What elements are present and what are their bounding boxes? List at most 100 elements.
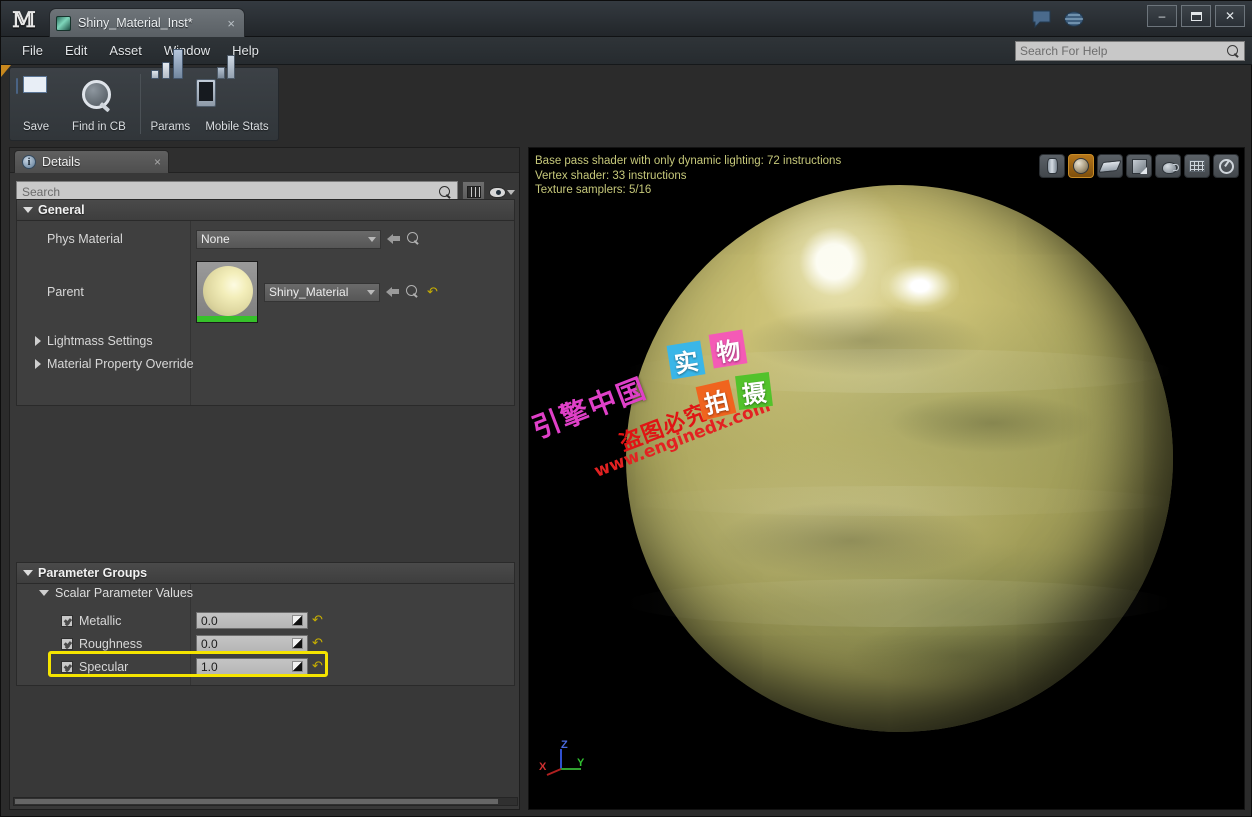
specular-value: 1.0 [201, 659, 218, 674]
material-preview-viewport[interactable]: Base pass shader with only dynamic light… [528, 147, 1245, 810]
globe-icon[interactable] [1063, 8, 1085, 30]
ue-logo-icon[interactable]: 𝕄 [9, 6, 39, 32]
sphere-thumbnail[interactable] [196, 261, 258, 323]
menu-file[interactable]: File [11, 40, 54, 61]
row-material-property-override[interactable]: Material Property Override [17, 357, 514, 371]
drag-spinner-icon[interactable] [292, 661, 303, 672]
speech-bubble-icon[interactable] [1031, 8, 1053, 30]
drag-spinner-icon[interactable] [292, 638, 303, 649]
reset-arrow-icon[interactable]: ↶ [312, 614, 323, 627]
document-tab-shiny-material-inst[interactable]: Shiny_Material_Inst* × [49, 8, 245, 37]
search-icon[interactable] [439, 185, 452, 199]
sphere-mesh-icon[interactable] [1068, 154, 1094, 178]
reset-arrow-icon[interactable]: ↶ [427, 286, 438, 299]
phys-material-label: Phys Material [47, 232, 123, 246]
titlebar-icon-group [1031, 8, 1085, 30]
viewport-settings-icon[interactable] [1213, 154, 1239, 178]
row-parent: Parent Shiny_Material ↶ [17, 259, 514, 325]
menu-edit[interactable]: Edit [54, 40, 98, 61]
maximize-button[interactable] [1181, 5, 1211, 27]
specular-value-input[interactable]: 1.0 [196, 658, 308, 675]
params-button[interactable]: Params [145, 49, 196, 140]
reset-arrow-icon[interactable]: ↶ [312, 660, 323, 673]
reset-arrow-icon[interactable]: ↶ [312, 637, 323, 650]
chevron-right-icon [35, 336, 41, 346]
roughness-value: 0.0 [201, 636, 218, 651]
cylinder-mesh-icon[interactable] [1039, 154, 1065, 178]
details-tab-row: i Details × [10, 148, 519, 173]
chevron-down-icon[interactable] [507, 189, 515, 195]
help-search-field[interactable]: Search For Help [1015, 41, 1245, 61]
viewport-toolbar [1039, 154, 1239, 178]
scrollbar-thumb[interactable] [15, 799, 498, 804]
details-panel: i Details × Search General Phys Material… [9, 147, 520, 810]
close-button[interactable]: ✕ [1215, 5, 1245, 27]
specular-highlight [881, 260, 959, 312]
close-icon[interactable]: × [224, 17, 238, 30]
chevron-right-icon [35, 359, 41, 369]
drag-spinner-icon[interactable] [292, 615, 303, 626]
material-instance-icon [56, 15, 71, 31]
plane-mesh-icon[interactable] [1097, 154, 1123, 178]
mobile-device-icon [195, 55, 257, 119]
close-icon[interactable]: × [154, 155, 161, 169]
main-toolbar: Save Find in CB Params Mobile Stats [9, 49, 279, 141]
chevron-down-icon [367, 289, 375, 295]
bar-chart-icon [150, 49, 190, 119]
menu-window[interactable]: Window [153, 40, 221, 61]
teapot-mesh-icon[interactable] [1155, 154, 1181, 178]
preview-sphere-mesh[interactable] [626, 185, 1173, 732]
param-row-specular: Specular 1.0 ↶ [17, 655, 514, 678]
category-header-parameter-groups[interactable]: Parameter Groups [16, 562, 515, 584]
parent-combo[interactable]: Shiny_Material [264, 282, 380, 302]
unreal-material-instance-editor: 𝕄 Shiny_Material_Inst* × – ✕ File Edit A… [0, 0, 1252, 817]
row-lightmass-settings[interactable]: Lightmass Settings [17, 334, 514, 348]
lightmass-settings-label: Lightmass Settings [47, 334, 153, 348]
browse-magnifier-icon[interactable] [407, 231, 422, 247]
category-header-general[interactable]: General [16, 199, 515, 221]
save-button-label: Save [22, 121, 50, 133]
help-search-placeholder: Search For Help [1020, 44, 1108, 58]
phys-material-combo[interactable]: None [196, 229, 381, 249]
category-general-label: General [38, 203, 85, 217]
params-button-label: Params [150, 121, 191, 133]
use-selected-arrow-icon[interactable] [386, 286, 400, 298]
metallic-value-input[interactable]: 0.0 [196, 612, 308, 629]
cube-mesh-icon[interactable] [1126, 154, 1152, 178]
param-row-roughness: Roughness 0.0 ↶ [17, 632, 514, 655]
save-button[interactable]: Save [10, 68, 62, 140]
metallic-label: Metallic [79, 613, 122, 628]
mobile-stats-button[interactable]: Mobile Stats [195, 55, 278, 140]
shader-stats-overlay: Base pass shader with only dynamic light… [535, 155, 842, 196]
metallic-checkbox[interactable] [61, 614, 73, 627]
grid-toggle-icon[interactable] [1184, 154, 1210, 178]
menu-bar: File Edit Asset Window Help Search For H… [1, 37, 1252, 65]
tab-details[interactable]: i Details × [14, 150, 169, 173]
use-selected-arrow-icon[interactable] [387, 233, 401, 245]
details-horizontal-scrollbar[interactable] [13, 797, 518, 806]
details-tab-label: Details [42, 155, 81, 169]
search-icon[interactable] [1227, 44, 1240, 58]
chevron-down-icon [23, 207, 33, 213]
magnifier-icon [79, 79, 119, 119]
general-properties-group: Phys Material None Parent Shiny_Material… [16, 221, 515, 406]
mobile-stats-button-label: Mobile Stats [205, 121, 269, 133]
browse-magnifier-icon[interactable] [406, 284, 421, 300]
roughness-value-input[interactable]: 0.0 [196, 635, 308, 652]
info-icon: i [22, 155, 36, 169]
visibility-options[interactable] [489, 186, 515, 198]
visibility-eye-icon[interactable] [489, 186, 506, 198]
category-parameter-groups-label: Parameter Groups [38, 566, 148, 580]
roughness-checkbox[interactable] [61, 637, 73, 650]
scalar-parameter-values-header[interactable]: Scalar Parameter Values [17, 586, 193, 600]
chevron-down-icon [368, 236, 376, 242]
specular-checkbox[interactable] [61, 660, 73, 673]
search-placeholder: Search [22, 185, 61, 199]
roughness-label: Roughness [79, 636, 143, 651]
find-in-cb-button[interactable]: Find in CB [62, 68, 136, 140]
menu-asset[interactable]: Asset [98, 40, 153, 61]
minimize-button[interactable]: – [1147, 5, 1177, 27]
metallic-value: 0.0 [201, 613, 218, 628]
title-bar: 𝕄 Shiny_Material_Inst* × – ✕ [1, 1, 1252, 37]
scalar-parameter-values-label: Scalar Parameter Values [55, 586, 194, 600]
